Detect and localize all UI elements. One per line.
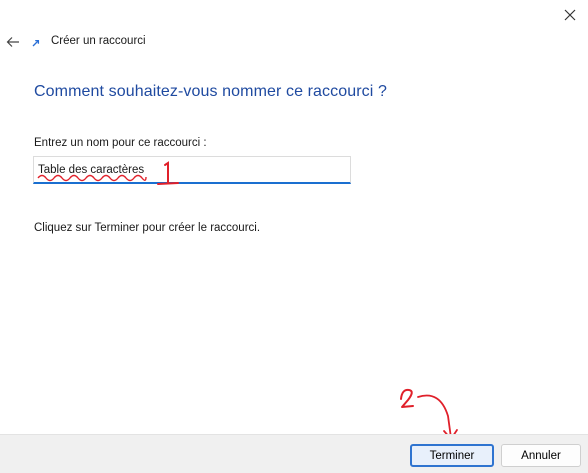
close-icon xyxy=(564,9,576,21)
back-arrow-icon xyxy=(6,37,19,47)
back-button[interactable] xyxy=(2,32,24,52)
finish-button[interactable]: Terminer xyxy=(410,444,494,467)
instruction-text: Cliquez sur Terminer pour créer le racco… xyxy=(34,222,261,234)
dialog-footer: Terminer Annuler xyxy=(0,434,588,473)
page-heading: Comment souhaitez-vous nommer ce raccour… xyxy=(34,83,387,100)
name-field-label: Entrez un nom pour ce raccourci : xyxy=(34,137,207,149)
shortcut-name-input[interactable] xyxy=(33,156,351,184)
close-button[interactable] xyxy=(556,2,584,28)
cancel-button[interactable]: Annuler xyxy=(501,444,581,467)
shortcut-arrow-icon xyxy=(32,39,40,47)
wizard-title: Créer un raccourci xyxy=(51,35,146,47)
